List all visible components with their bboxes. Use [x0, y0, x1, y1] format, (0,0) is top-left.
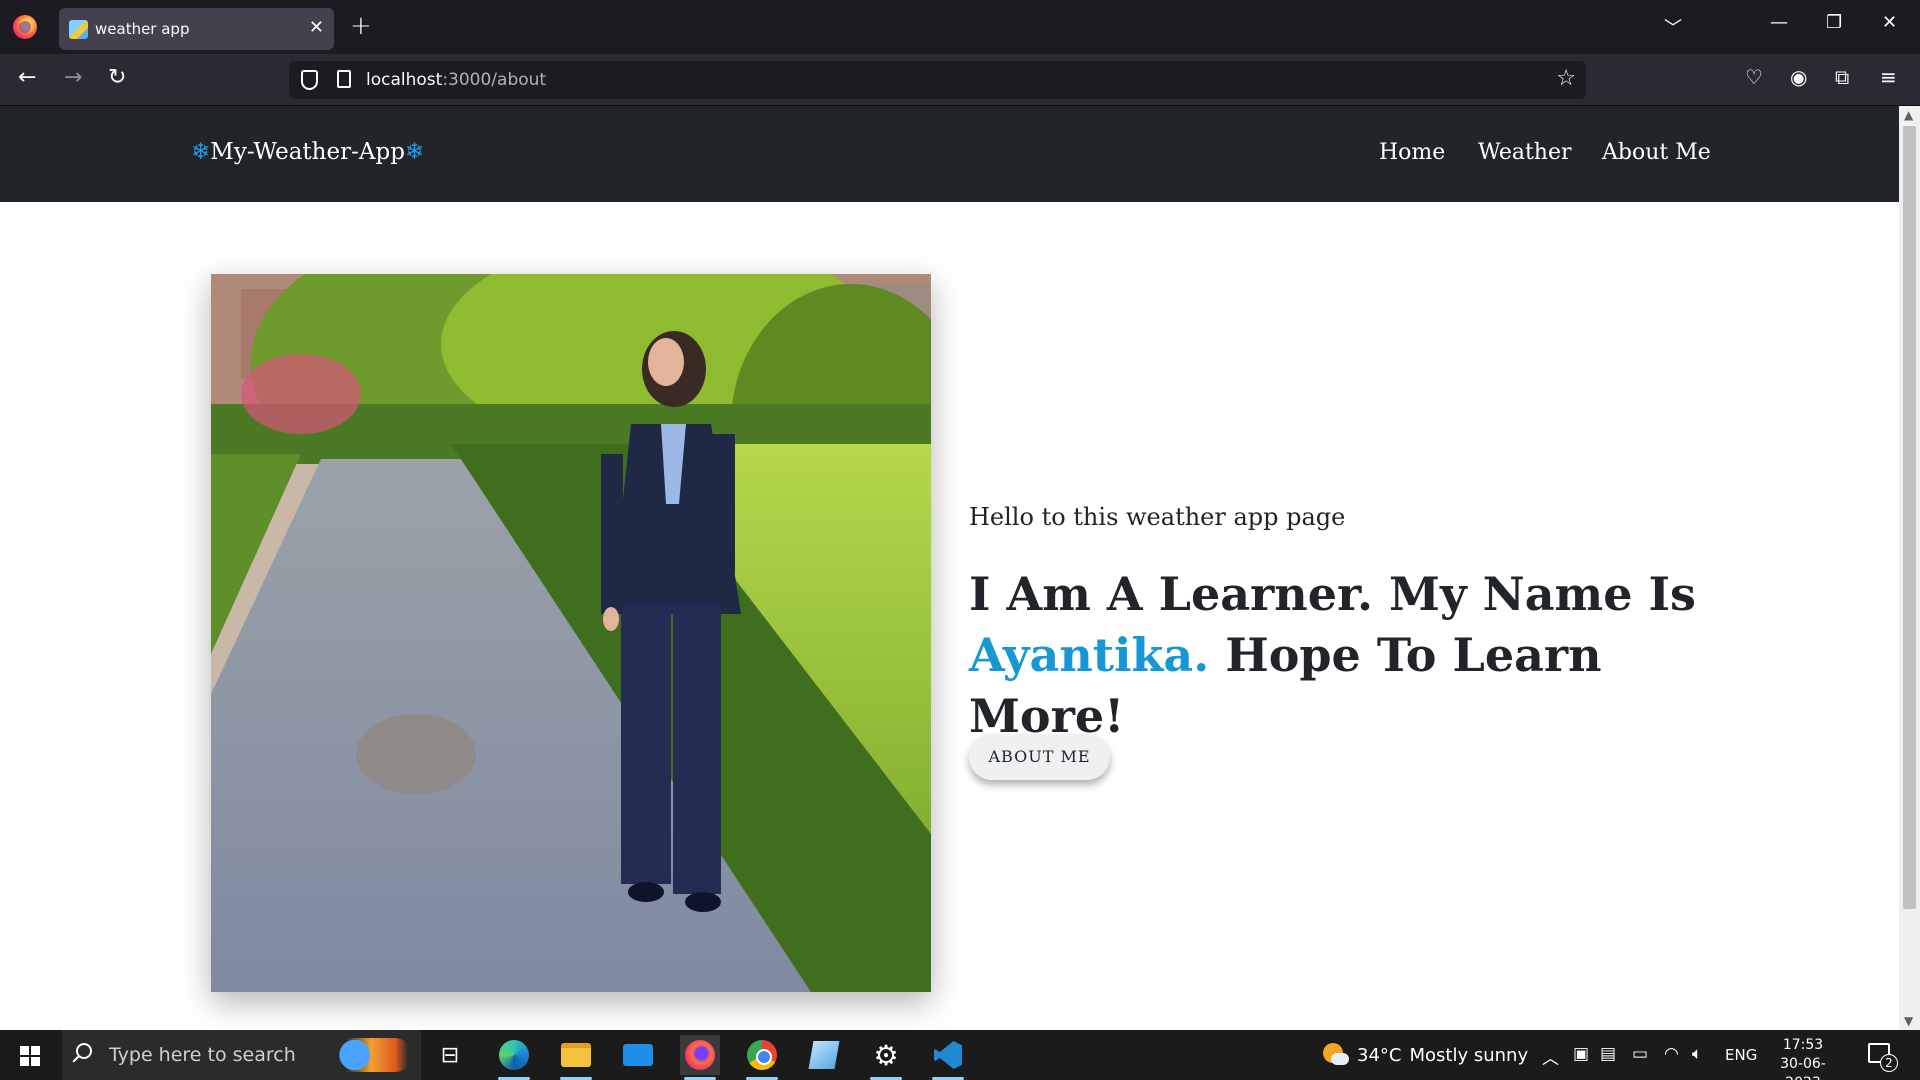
- clock-time: 17:53: [1782, 1037, 1824, 1053]
- page-scrollbar[interactable]: ▲ ▼: [1899, 106, 1920, 1030]
- headline-name: Ayantika.: [969, 628, 1210, 682]
- hello-text: Hello to this weather app page: [969, 503, 1346, 531]
- scroll-up-icon[interactable]: ▲: [1904, 108, 1913, 122]
- chrome-icon[interactable]: [742, 1035, 782, 1080]
- about-me-button[interactable]: ABOUT ME: [969, 734, 1110, 780]
- notification-count-badge: 2: [1880, 1054, 1898, 1072]
- tab-close-icon[interactable]: ✕: [309, 17, 324, 38]
- reload-icon[interactable]: ↻: [108, 67, 126, 89]
- shield-icon[interactable]: [301, 70, 318, 90]
- restore-icon[interactable]: ❐: [1826, 12, 1842, 33]
- profile-photo-illustration: [211, 274, 931, 992]
- browser-tab[interactable]: weather app ✕: [59, 8, 334, 50]
- headline-part1: I Am A Learner. My Name Is: [969, 567, 1696, 621]
- browser-tab-bar: weather app ✕ + ﹀ — ❐ ✕: [0, 0, 1920, 54]
- volume-icon[interactable]: 🔈︎: [1692, 1044, 1702, 1064]
- task-view-icon[interactable]: ⊟: [430, 1035, 470, 1075]
- minimize-icon[interactable]: —: [1770, 12, 1788, 33]
- settings-gear-icon[interactable]: ⚙: [866, 1035, 906, 1080]
- sun-cloud-icon: [1321, 1043, 1349, 1067]
- site-header: ❄My-Weather-App❄ Home Weather About Me: [0, 106, 1899, 202]
- list-tabs-chevron-icon[interactable]: ﹀: [1664, 14, 1682, 40]
- search-highlight-icon[interactable]: [330, 1038, 412, 1072]
- nav-weather-link[interactable]: Weather: [1478, 140, 1572, 165]
- windows-taskbar: Type here to search ⊟ ⚙ 34°C Mostly sunn…: [0, 1030, 1920, 1080]
- weather-temp: 34°C: [1357, 1044, 1402, 1066]
- tab-favicon-icon: [69, 20, 88, 39]
- page-icon[interactable]: [337, 70, 351, 88]
- url-bar[interactable]: localhost:3000/about ☆: [289, 61, 1586, 99]
- taskbar-search-box[interactable]: Type here to search: [62, 1030, 421, 1080]
- nav-home-link[interactable]: Home: [1379, 140, 1445, 165]
- browser-nav-bar: ← → ↻ localhost:3000/about ☆ ♡ ◉ ⧉ ≡: [0, 54, 1920, 106]
- intro-headline: I Am A Learner. My Name Is Ayantika. Hope…: [969, 564, 1729, 747]
- weather-text: Mostly sunny: [1409, 1044, 1529, 1066]
- snowflake-icon: ❄: [191, 139, 211, 165]
- star-icon[interactable]: ☆: [1556, 66, 1576, 91]
- meet-now-icon[interactable]: ▣: [1573, 1044, 1589, 1064]
- nav-about-link[interactable]: About Me: [1602, 140, 1711, 165]
- clock-date: 30-06-2023: [1780, 1056, 1826, 1080]
- window-close-icon[interactable]: ✕: [1882, 12, 1897, 33]
- firefox-taskbar-icon[interactable]: [680, 1035, 720, 1080]
- language-indicator[interactable]: ENG: [1725, 1046, 1757, 1064]
- back-icon[interactable]: ←: [18, 67, 36, 89]
- search-icon: [76, 1043, 92, 1059]
- edge-icon[interactable]: [494, 1035, 534, 1080]
- extensions-icon[interactable]: ⧉: [1835, 66, 1849, 88]
- url-host: localhost: [366, 70, 443, 90]
- scroll-thumb[interactable]: [1903, 126, 1916, 909]
- profile-photo: [211, 274, 931, 992]
- tab-title: weather app: [95, 20, 190, 38]
- snowflake-icon: ❄: [404, 139, 425, 165]
- mail-icon[interactable]: [618, 1035, 658, 1075]
- page-viewport: ❄My-Weather-App❄ Home Weather About Me H…: [0, 106, 1899, 1030]
- pocket-icon[interactable]: ♡: [1745, 66, 1763, 88]
- display-icon[interactable]: ▤: [1600, 1044, 1616, 1064]
- brand-name: My-Weather-App: [210, 139, 405, 165]
- scroll-down-icon[interactable]: ▼: [1904, 1014, 1913, 1028]
- windows-start-icon[interactable]: [20, 1046, 40, 1066]
- taskbar-clock[interactable]: 17:53 30-06-2023: [1768, 1036, 1838, 1080]
- wifi-icon[interactable]: ◠: [1664, 1044, 1679, 1064]
- file-explorer-icon[interactable]: [556, 1035, 596, 1080]
- weather-widget[interactable]: 34°C Mostly sunny: [1321, 1043, 1528, 1067]
- vscode-icon[interactable]: [928, 1035, 968, 1080]
- search-placeholder: Type here to search: [109, 1044, 296, 1066]
- url-text[interactable]: localhost:3000/about: [366, 70, 546, 90]
- battery-icon[interactable]: ▭: [1632, 1044, 1648, 1064]
- tray-chevron-up-icon[interactable]: ︿: [1542, 1044, 1559, 1069]
- account-icon[interactable]: ◉: [1790, 66, 1807, 88]
- forward-icon[interactable]: →: [64, 67, 82, 89]
- notes-app-icon[interactable]: [804, 1035, 844, 1075]
- firefox-icon[interactable]: [13, 15, 37, 39]
- site-brand[interactable]: ❄My-Weather-App❄: [191, 139, 424, 165]
- new-tab-button[interactable]: +: [350, 11, 372, 41]
- menu-icon[interactable]: ≡: [1880, 66, 1897, 88]
- url-path: :3000/about: [442, 70, 547, 90]
